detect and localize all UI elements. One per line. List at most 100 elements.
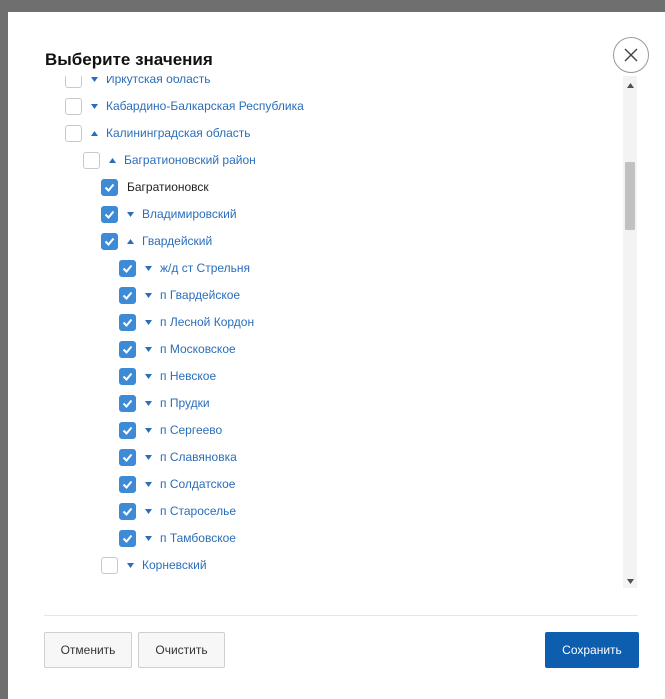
checkbox-checked[interactable] bbox=[119, 259, 136, 277]
scroll-up-arrow[interactable] bbox=[623, 78, 637, 92]
tree-item-label[interactable]: п Староселье bbox=[160, 504, 236, 518]
checkmark-icon bbox=[122, 534, 133, 543]
checkbox-checked[interactable] bbox=[119, 367, 136, 385]
caret-down-icon[interactable] bbox=[145, 506, 152, 516]
checkbox-checked[interactable] bbox=[119, 502, 136, 520]
caret-down-icon[interactable] bbox=[145, 290, 152, 300]
caret-down-icon[interactable] bbox=[145, 479, 152, 489]
checkbox[interactable] bbox=[65, 97, 82, 115]
checkbox[interactable] bbox=[65, 76, 82, 88]
close-icon bbox=[624, 48, 638, 62]
checkbox-checked[interactable] bbox=[119, 340, 136, 358]
tree-item[interactable]: п Славяновка bbox=[119, 447, 237, 467]
caret-down-icon[interactable] bbox=[145, 317, 152, 327]
checkbox-checked[interactable] bbox=[119, 394, 136, 412]
caret-down-icon[interactable] bbox=[145, 263, 152, 273]
scroll-down-arrow[interactable] bbox=[623, 574, 637, 588]
tree-item-label[interactable]: Владимировский bbox=[142, 207, 237, 221]
tree-item[interactable]: п Лесной Кордон bbox=[119, 312, 254, 332]
footer-divider bbox=[44, 615, 638, 616]
caret-down-icon[interactable] bbox=[91, 101, 98, 111]
tree-item-label[interactable]: п Тамбовское bbox=[160, 531, 236, 545]
clear-button[interactable]: Очистить bbox=[138, 632, 225, 668]
caret-down-icon[interactable] bbox=[127, 209, 134, 219]
close-button[interactable] bbox=[613, 37, 649, 73]
tree-item-label[interactable]: п Сергеево bbox=[160, 423, 222, 437]
caret-up-icon[interactable] bbox=[127, 236, 134, 246]
select-values-dialog: Выберите значения Иркутская область Кабар… bbox=[8, 12, 665, 699]
vertical-scrollbar[interactable] bbox=[623, 76, 637, 588]
tree-item-label[interactable]: Кабардино-Балкарская Республика bbox=[106, 99, 304, 113]
tree-item-label[interactable]: п Солдатское bbox=[160, 477, 235, 491]
checkbox[interactable] bbox=[65, 124, 82, 142]
caret-down-icon[interactable] bbox=[145, 533, 152, 543]
checkbox-checked[interactable] bbox=[101, 205, 118, 223]
checkbox[interactable] bbox=[101, 556, 118, 574]
caret-down-icon[interactable] bbox=[145, 344, 152, 354]
tree-item-label[interactable]: ж/д ст Стрельня bbox=[160, 261, 250, 275]
caret-down-icon[interactable] bbox=[91, 76, 98, 84]
tree-item[interactable]: Кабардино-Балкарская Республика bbox=[65, 96, 304, 116]
tree-item[interactable]: п Тамбовское bbox=[119, 528, 236, 548]
checkmark-icon bbox=[122, 264, 133, 273]
checkmark-icon bbox=[122, 453, 133, 462]
caret-down-icon[interactable] bbox=[127, 560, 134, 570]
tree-item[interactable]: Владимировский bbox=[101, 204, 237, 224]
checkbox-checked[interactable] bbox=[119, 448, 136, 466]
scroll-up-icon bbox=[626, 82, 634, 88]
tree-item[interactable]: п Гвардейское bbox=[119, 285, 240, 305]
checkmark-icon bbox=[122, 426, 133, 435]
checkmark-icon bbox=[122, 345, 133, 354]
tree-item-label[interactable]: Гвардейский bbox=[142, 234, 212, 248]
tree-item[interactable]: п Староселье bbox=[119, 501, 236, 521]
tree-item[interactable]: Гвардейский bbox=[101, 231, 212, 251]
checkmark-icon bbox=[122, 318, 133, 327]
tree-item[interactable]: п Невское bbox=[119, 366, 216, 386]
tree-item-label[interactable]: Иркутская область bbox=[106, 76, 211, 86]
tree-item[interactable]: п Прудки bbox=[119, 393, 210, 413]
caret-down-icon[interactable] bbox=[145, 371, 152, 381]
tree-item-label[interactable]: п Московское bbox=[160, 342, 236, 356]
tree-item-label[interactable]: п Прудки bbox=[160, 396, 210, 410]
checkbox-checked[interactable] bbox=[119, 475, 136, 493]
tree-item[interactable]: Корневский bbox=[101, 555, 207, 575]
checkbox[interactable] bbox=[83, 151, 100, 169]
caret-up-icon[interactable] bbox=[91, 128, 98, 138]
tree-item-label[interactable]: п Невское bbox=[160, 369, 216, 383]
tree-item-label[interactable]: Калининградская область bbox=[106, 126, 251, 140]
checkbox-checked[interactable] bbox=[101, 232, 118, 250]
tree-item[interactable]: п Солдатское bbox=[119, 474, 235, 494]
caret-down-icon[interactable] bbox=[145, 398, 152, 408]
tree-item-label[interactable]: п Славяновка bbox=[160, 450, 237, 464]
tree-item-label[interactable]: п Лесной Кордон bbox=[160, 315, 254, 329]
tree-item[interactable]: Багратионовск bbox=[101, 177, 209, 197]
tree-item-label[interactable]: п Гвардейское bbox=[160, 288, 240, 302]
tree-list[interactable]: Иркутская область Кабардино-Балкарская Ре… bbox=[45, 76, 623, 588]
save-button[interactable]: Сохранить bbox=[545, 632, 639, 668]
checkbox-checked[interactable] bbox=[119, 313, 136, 331]
checkmark-icon bbox=[122, 372, 133, 381]
caret-down-icon[interactable] bbox=[145, 425, 152, 435]
tree-item[interactable]: Багратионовский район bbox=[83, 150, 256, 170]
checkbox-checked[interactable] bbox=[119, 529, 136, 547]
tree-item-label[interactable]: Багратионовск bbox=[127, 180, 209, 194]
tree-item[interactable]: ж/д ст Стрельня bbox=[119, 258, 250, 278]
checkmark-icon bbox=[104, 183, 115, 192]
caret-up-icon[interactable] bbox=[109, 155, 116, 165]
tree-item[interactable]: Иркутская область bbox=[65, 76, 211, 89]
tree-item[interactable]: Калининградская область bbox=[65, 123, 251, 143]
tree-item[interactable]: п Московское bbox=[119, 339, 236, 359]
checkmark-icon bbox=[104, 210, 115, 219]
scroll-thumb[interactable] bbox=[625, 162, 635, 230]
tree-item-label[interactable]: Багратионовский район bbox=[124, 153, 256, 167]
checkmark-icon bbox=[122, 399, 133, 408]
tree-item-label[interactable]: Корневский bbox=[142, 558, 207, 572]
tree-item[interactable]: п Сергеево bbox=[119, 420, 222, 440]
checkbox-checked[interactable] bbox=[119, 421, 136, 439]
checkbox-checked[interactable] bbox=[119, 286, 136, 304]
checkmark-icon bbox=[122, 480, 133, 489]
cancel-button[interactable]: Отменить bbox=[44, 632, 132, 668]
scroll-down-icon bbox=[626, 578, 634, 584]
checkbox-checked[interactable] bbox=[101, 178, 118, 196]
caret-down-icon[interactable] bbox=[145, 452, 152, 462]
